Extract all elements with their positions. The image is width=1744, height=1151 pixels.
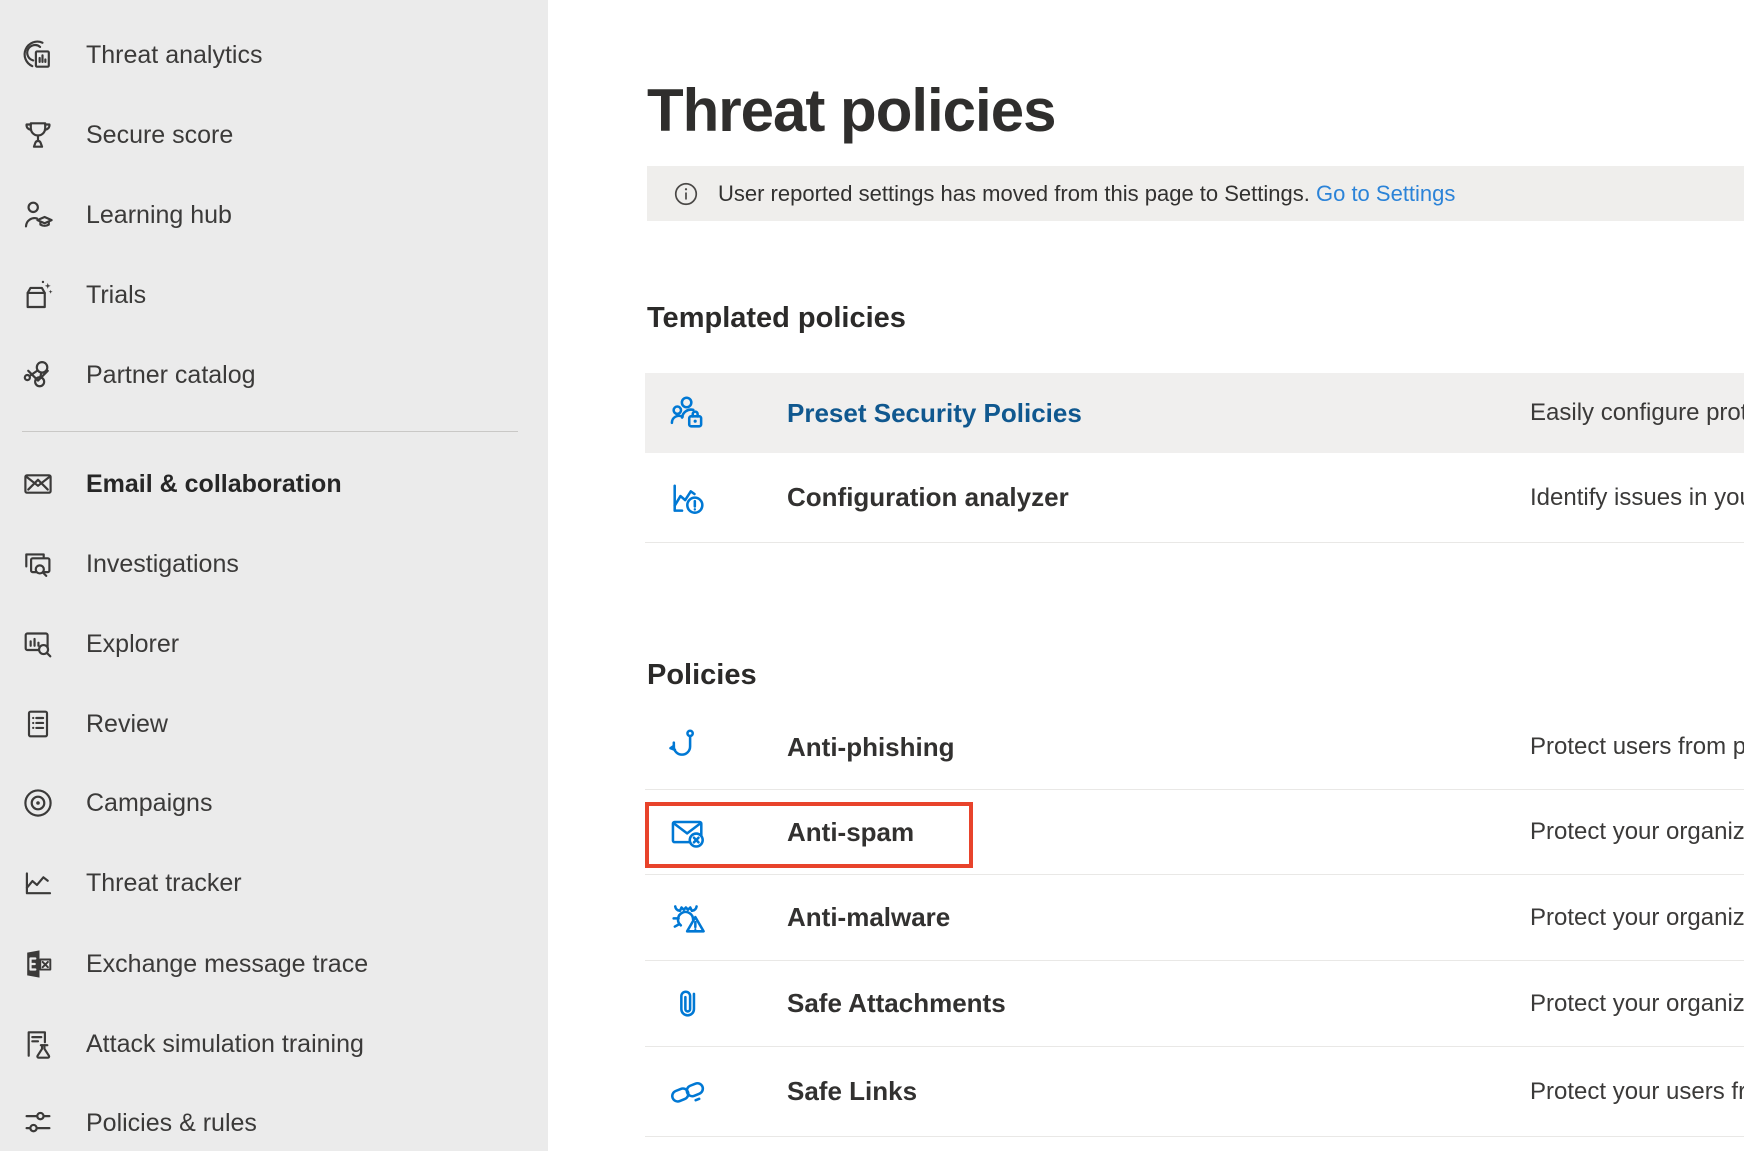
row-safe-attachments[interactable]: Safe Attachments Protect your organiz xyxy=(645,961,1744,1047)
row-description: Protect users from p xyxy=(1530,733,1744,761)
campaigns-icon xyxy=(20,785,56,821)
sidebar-item-label: Review xyxy=(86,710,168,739)
sidebar-item-label: Learning hub xyxy=(86,201,232,230)
row-safe-links[interactable]: Safe Links Protect your users fr xyxy=(645,1047,1744,1137)
sidebar-item-learning-hub[interactable]: Learning hub xyxy=(0,187,548,243)
anti-spam-icon xyxy=(667,811,709,853)
row-description: Protect your organiz xyxy=(1530,904,1744,932)
row-label[interactable]: Safe Attachments xyxy=(787,988,1006,1019)
sidebar-item-label: Exchange message trace xyxy=(86,950,368,979)
row-anti-spam[interactable]: Anti-spam Protect your organiz xyxy=(645,790,1744,875)
safe-attachments-icon xyxy=(667,983,709,1025)
sidebar-item-secure-score[interactable]: Secure score xyxy=(0,107,548,163)
row-preset-security-policies[interactable]: Preset Security Policies Easily configur… xyxy=(645,373,1744,453)
learning-hub-icon xyxy=(20,197,56,233)
anti-phishing-icon xyxy=(667,726,709,768)
row-description: Protect your organiz xyxy=(1530,990,1744,1018)
configuration-analyzer-icon xyxy=(667,477,709,519)
sidebar-item-label: Secure score xyxy=(86,121,233,150)
safe-links-icon xyxy=(667,1071,709,1113)
sidebar-item-threat-analytics[interactable]: Threat analytics xyxy=(0,27,548,83)
banner-message-text: User reported settings has moved from th… xyxy=(718,181,1310,206)
page-title: Threat policies xyxy=(647,76,1055,145)
sidebar-item-label: Explorer xyxy=(86,630,179,659)
row-description: Protect your organiz xyxy=(1530,818,1744,846)
go-to-settings-link[interactable]: Go to Settings xyxy=(1316,181,1455,206)
sidebar-item-label: Policies & rules xyxy=(86,1109,257,1138)
sidebar-item-attack-simulation-training[interactable]: Attack simulation training xyxy=(0,1016,548,1072)
sidebar-item-label: Threat analytics xyxy=(86,41,262,70)
review-icon xyxy=(20,706,56,742)
sidebar-item-trials[interactable]: Trials xyxy=(0,267,548,323)
threat-analytics-icon xyxy=(20,37,56,73)
sidebar-item-threat-tracker[interactable]: Threat tracker xyxy=(0,855,548,911)
chevron-up-icon xyxy=(20,466,56,502)
row-label[interactable]: Preset Security Policies xyxy=(787,398,1082,429)
trials-icon xyxy=(20,277,56,313)
row-label[interactable]: Anti-malware xyxy=(787,902,950,933)
sidebar-item-label: Investigations xyxy=(86,550,239,579)
secure-score-icon xyxy=(20,117,56,153)
sidebar-item-label: Email & collaboration xyxy=(86,470,342,499)
row-description: Protect your users fr xyxy=(1530,1078,1744,1106)
policies-rules-icon xyxy=(20,1105,56,1141)
row-configuration-analyzer[interactable]: Configuration analyzer Identify issues i… xyxy=(645,453,1744,543)
threat-tracker-icon xyxy=(20,865,56,901)
banner-message: User reported settings has moved from th… xyxy=(718,181,1455,207)
chevron-down-icon xyxy=(20,357,56,393)
sidebar-item-explorer[interactable]: Explorer xyxy=(0,616,548,672)
row-label[interactable]: Anti-spam xyxy=(787,817,914,848)
sidebar-divider xyxy=(22,431,518,432)
sidebar-item-label: Threat tracker xyxy=(86,869,242,898)
sidebar-item-investigations[interactable]: Investigations xyxy=(0,536,548,592)
explorer-icon xyxy=(20,626,56,662)
info-banner: User reported settings has moved from th… xyxy=(647,166,1744,221)
sidebar-item-label: Partner catalog xyxy=(86,361,256,390)
row-anti-malware[interactable]: Anti-malware Protect your organiz xyxy=(645,875,1744,961)
sidebar-item-label: Campaigns xyxy=(86,789,212,818)
anti-malware-icon xyxy=(667,897,709,939)
row-label[interactable]: Anti-phishing xyxy=(787,732,955,763)
investigations-icon xyxy=(20,546,56,582)
row-description: Easily configure prot xyxy=(1530,399,1744,427)
preset-security-policies-icon xyxy=(667,392,709,434)
sidebar-item-policies-rules[interactable]: Policies & rules xyxy=(0,1095,548,1151)
sidebar-item-label: Trials xyxy=(86,281,146,310)
sidebar-item-partner-catalog[interactable]: Partner catalog xyxy=(0,347,548,403)
sidebar-item-email-collaboration[interactable]: Email & collaboration xyxy=(0,456,548,512)
sidebar-item-campaigns[interactable]: Campaigns xyxy=(0,775,548,831)
templated-policies-heading: Templated policies xyxy=(647,302,906,335)
row-label[interactable]: Configuration analyzer xyxy=(787,482,1069,513)
sidebar-item-exchange-message-trace[interactable]: Exchange message trace xyxy=(0,936,548,992)
sidebar-item-label: Attack simulation training xyxy=(86,1030,364,1059)
row-anti-phishing[interactable]: Anti-phishing Protect users from p xyxy=(645,705,1744,790)
attack-simulation-training-icon xyxy=(20,1026,56,1062)
row-description: Identify issues in you xyxy=(1530,484,1744,512)
sidebar-item-review[interactable]: Review xyxy=(0,696,548,752)
exchange-message-trace-icon xyxy=(20,946,56,982)
info-icon xyxy=(672,180,700,208)
row-label[interactable]: Safe Links xyxy=(787,1076,917,1107)
threat-policies-page: Threat analytics Secure score Learning h… xyxy=(0,0,1744,1151)
main-content: Threat policies User reported settings h… xyxy=(548,0,1744,1151)
sidebar: Threat analytics Secure score Learning h… xyxy=(0,0,548,1151)
policies-heading: Policies xyxy=(647,659,757,692)
